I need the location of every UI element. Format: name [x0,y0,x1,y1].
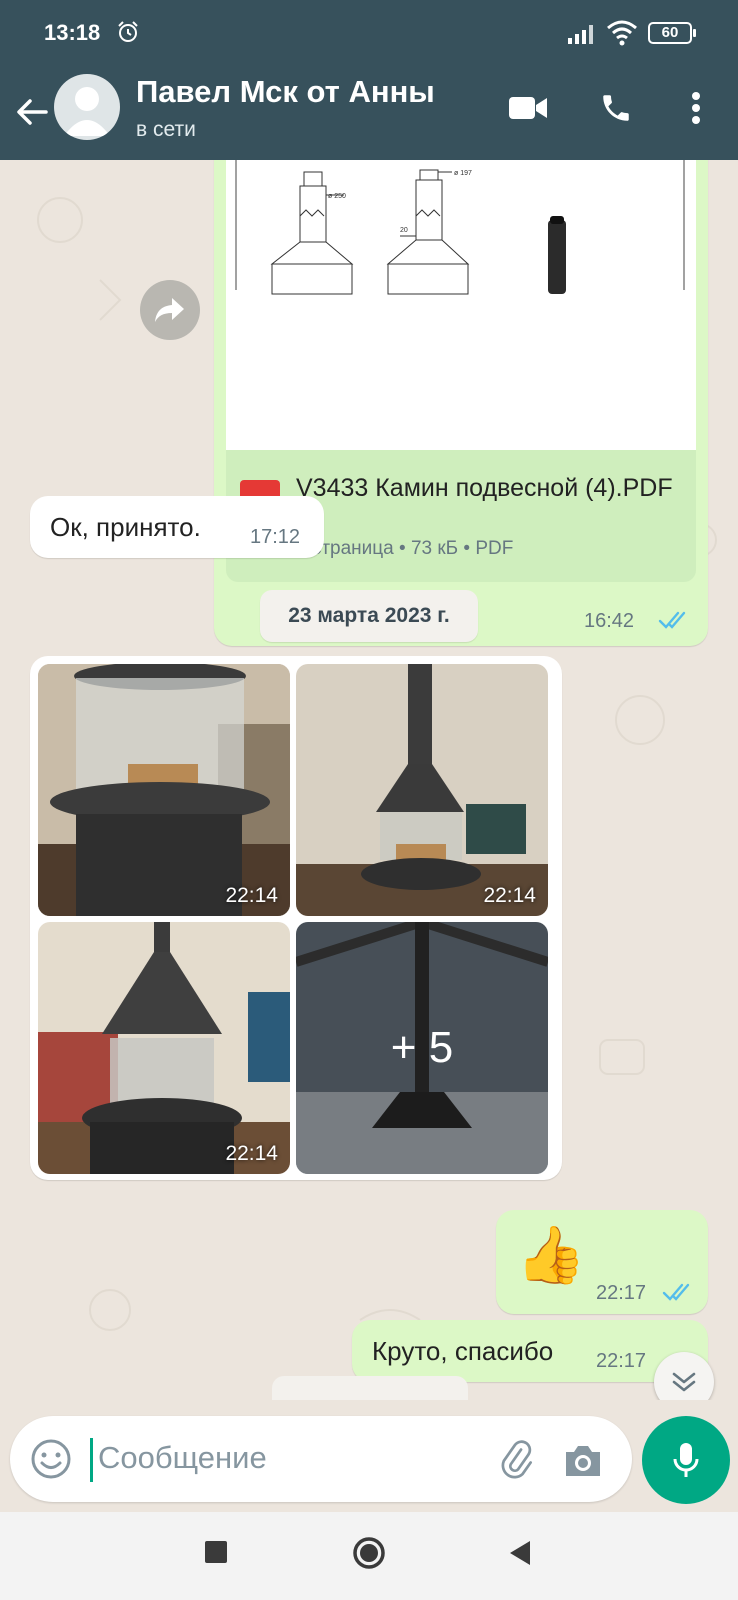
more-photos-overlay: + 5 [296,922,548,1174]
read-ticks-icon [658,611,686,629]
message-time: 22:17 [596,1282,647,1304]
paperclip-icon[interactable] [494,1438,538,1482]
photo-album-message[interactable]: 22:14 22:14 22:14 + 5 [30,656,562,1180]
video-call-icon [509,97,547,119]
photo-thumbnail[interactable]: 22:14 [38,922,290,1174]
camera-icon[interactable] [562,1440,604,1480]
pdf-file-name: V3433 Камин подвесной (4).PDF [296,474,673,502]
system-nav-bar [0,1512,738,1600]
chat-header: Павел Мск от Анны в сети [0,70,738,160]
back-arrow-icon[interactable] [12,92,52,132]
more-vert-icon [692,92,700,124]
photo-thumbnail[interactable]: 22:14 [38,664,290,916]
video-call-button[interactable] [504,84,552,132]
pdf-message[interactable]: ø 250 ø 197 20 PDF V3433 Камин подвесной… [214,160,708,646]
message-time: 16:42 [584,610,635,632]
dimension-label: ø 250 [328,193,346,200]
thumbs-up-emoji: 👍 [516,1223,586,1286]
status-time: 13:18 [44,20,101,45]
contact-name[interactable]: Павел Мск от Анны [136,74,435,110]
fireplace-photo [38,664,290,916]
default-avatar-icon [64,87,110,136]
alarm-icon [118,21,138,42]
pdf-preview[interactable]: ø 250 ø 197 20 [226,160,696,450]
home-icon[interactable] [352,1536,386,1570]
partial-date-chip [272,1376,468,1400]
microphone-icon [673,1443,699,1477]
message-composer[interactable]: Сообщение [10,1416,632,1502]
chat-area[interactable]: ø 250 ø 197 20 PDF V3433 Камин подвесной… [0,160,738,1400]
forward-icon [155,298,184,322]
message-text: Ок, принято. [50,512,201,542]
text-cursor [90,1438,93,1482]
photo-time: 22:14 [225,884,278,907]
back-nav-icon[interactable] [508,1540,532,1566]
photo-time: 22:14 [225,1142,278,1165]
fireplace-photo [296,664,548,916]
incoming-message[interactable]: Ок, принято. 17:12 [30,496,324,558]
forward-button[interactable] [140,280,200,340]
recent-apps-icon[interactable] [204,1540,228,1564]
double-chevron-down-icon [672,1372,696,1392]
message-time: 22:17 [596,1350,647,1372]
message-input[interactable]: Сообщение [98,1440,267,1476]
read-ticks-icon [662,1283,690,1301]
dimension-label: ø 197 [454,170,472,177]
message-text: Круто, спасибо [372,1336,554,1366]
photo-thumbnail[interactable]: 22:14 [296,664,548,916]
signal-icon [568,25,593,44]
date-separator: 23 марта 2023 г. [260,590,478,642]
emoji-icon[interactable] [30,1438,72,1480]
photo-thumbnail-more[interactable]: + 5 [296,922,548,1174]
outgoing-emoji-message[interactable]: 👍 22:17 [496,1210,708,1314]
contact-status: в сети [136,118,196,141]
phone-icon [603,95,629,121]
avatar[interactable] [54,74,120,140]
pdf-drawing-preview: ø 250 ø 197 20 [235,160,685,295]
fireplace-photo [38,922,290,1174]
voice-message-button[interactable] [642,1416,730,1504]
dimension-label: 20 [400,227,408,234]
voice-call-button[interactable] [592,84,640,132]
wifi-icon [607,20,637,46]
pdf-file-meta: 1 страница • 73 кБ • PDF [296,538,514,559]
more-options-button[interactable] [672,84,720,132]
status-bar: 13:18 60 [0,0,738,70]
message-time: 17:12 [250,526,301,548]
battery-icon: 60 [648,22,696,44]
photo-time: 22:14 [483,884,536,907]
